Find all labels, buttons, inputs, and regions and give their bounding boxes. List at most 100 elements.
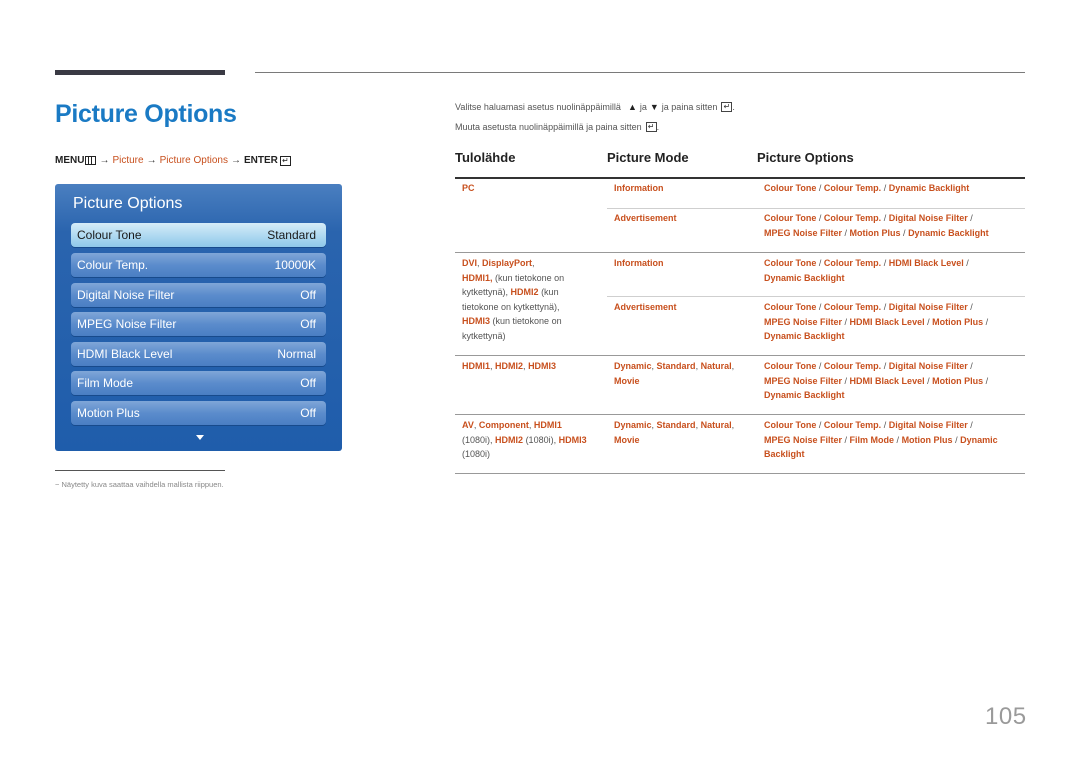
- table-cell-mode: Advertisement: [614, 211, 677, 226]
- breadcrumb-picture-options[interactable]: Picture Options: [160, 155, 228, 166]
- option-colour-tone: Colour Tone: [764, 302, 817, 312]
- source-hdmi2: HDMI2: [495, 434, 524, 445]
- instruction-text: .: [656, 122, 660, 132]
- footnote-rule: [55, 470, 225, 471]
- option-digital-noise-filter: Digital Noise Filter: [888, 361, 968, 371]
- source-hdmi2: HDMI2: [495, 361, 524, 371]
- table-cell-options: Colour Tone / Colour Temp. / Digital Noi…: [764, 418, 1026, 462]
- down-arrow-icon: ▼: [649, 102, 659, 112]
- table-cell-source: HDMI1, HDMI2, HDMI3: [462, 359, 556, 374]
- mode-dynamic: Dynamic: [614, 361, 652, 371]
- source-note: kytkettynä),: [462, 287, 509, 298]
- source-note: (kun tietokone on: [492, 316, 562, 327]
- instruction-text: .: [732, 102, 735, 112]
- separator: /: [816, 213, 824, 223]
- option-colour-temp: Colour Temp.: [823, 183, 882, 193]
- table-cell-mode: Advertisement: [614, 300, 677, 315]
- option-colour-tone: Colour Tone: [764, 213, 817, 223]
- osd-item-label: Colour Tone: [77, 228, 142, 242]
- arrow-icon: →: [146, 155, 157, 166]
- separator: /: [842, 434, 850, 445]
- mode-advertisement: Advertisement: [614, 213, 677, 223]
- separator: /: [924, 375, 933, 386]
- row-divider: [607, 296, 1025, 297]
- osd-item-colour-temp[interactable]: Colour Temp. 10000K: [71, 253, 326, 277]
- separator: /: [816, 302, 824, 312]
- source-note: (kun tietokone on: [495, 272, 565, 283]
- osd-item-colour-tone[interactable]: Colour Tone Standard: [71, 223, 326, 247]
- osd-item-value: 10000K: [274, 258, 316, 272]
- mode-standard: Standard: [656, 361, 696, 371]
- option-colour-temp: Colour Temp.: [823, 302, 882, 312]
- option-hdmi-black-level: HDMI Black Level: [888, 258, 964, 268]
- mode-movie: Movie: [614, 434, 640, 445]
- up-arrow-icon: ▲: [627, 102, 637, 112]
- row-divider: [607, 208, 1025, 209]
- enter-key-icon: ↵: [279, 155, 291, 166]
- page-title: Picture Options: [55, 100, 237, 128]
- source-note: (kun: [541, 287, 559, 298]
- mode-dynamic: Dynamic: [614, 420, 652, 430]
- source-displayport: DisplayPort: [482, 258, 533, 268]
- option-colour-temp: Colour Temp.: [823, 213, 882, 223]
- separator: /: [842, 316, 850, 327]
- osd-item-hdmi-black-level[interactable]: HDMI Black Level Normal: [71, 342, 326, 366]
- osd-item-value: Off: [300, 376, 316, 390]
- table-cell-source: PC: [462, 181, 475, 196]
- option-colour-temp: Colour Temp.: [823, 258, 882, 268]
- osd-item-digital-noise-filter[interactable]: Digital Noise Filter Off: [71, 283, 326, 307]
- source-hdmi3: HDMI3: [558, 434, 587, 445]
- enter-label: ENTER: [243, 155, 278, 166]
- instruction-line-1: Valitse haluamasi asetus nuolinäppäimill…: [455, 102, 735, 112]
- option-mpeg-noise-filter: MPEG Noise Filter: [764, 375, 843, 386]
- option-digital-noise-filter: Digital Noise Filter: [888, 420, 968, 430]
- osd-item-label: Film Mode: [77, 376, 134, 390]
- osd-item-label: HDMI Black Level: [77, 347, 173, 361]
- source-hdmi1: HDMI1: [462, 272, 491, 283]
- table-cell-mode: Dynamic, Standard, Natural, Movie: [614, 361, 735, 386]
- osd-item-label: MPEG Noise Filter: [77, 317, 177, 331]
- option-colour-temp: Colour Temp.: [823, 420, 882, 430]
- source-note: (1080i): [525, 434, 554, 445]
- table-cell-source: AV, Component, HDMI1 (1080i), HDMI2 (108…: [462, 420, 587, 460]
- option-dynamic-backlight: Dynamic Backlight: [764, 390, 845, 401]
- separator: /: [963, 258, 969, 268]
- osd-item-film-mode[interactable]: Film Mode Off: [71, 371, 326, 395]
- separator: /: [983, 375, 989, 386]
- menu-path-breadcrumb: MENU → Picture → Picture Options → ENTER…: [55, 155, 291, 166]
- breadcrumb-picture[interactable]: Picture: [112, 155, 143, 166]
- mode-advertisement: Advertisement: [614, 302, 677, 312]
- row-divider: [455, 414, 1025, 415]
- mode-natural: Natural: [700, 420, 732, 430]
- separator: /: [881, 361, 889, 371]
- table-cell-options: Colour Tone / Colour Temp. / Digital Noi…: [764, 211, 1026, 240]
- option-dynamic-backlight: Dynamic Backlight: [908, 227, 989, 238]
- mode-natural: Natural: [700, 361, 732, 371]
- osd-item-mpeg-noise-filter[interactable]: MPEG Noise Filter Off: [71, 312, 326, 336]
- separator: /: [881, 213, 889, 223]
- osd-item-value: Off: [300, 288, 316, 302]
- separator: /: [816, 420, 824, 430]
- page-number: 105: [985, 703, 1027, 730]
- footnote-dash: −: [55, 480, 60, 489]
- source-hdmi1: HDMI1: [462, 361, 491, 371]
- osd-item-motion-plus[interactable]: Motion Plus Off: [71, 401, 326, 425]
- separator: /: [924, 316, 933, 327]
- option-mpeg-noise-filter: MPEG Noise Filter: [764, 227, 843, 238]
- option-colour-temp: Colour Temp.: [823, 361, 882, 371]
- option-dynamic-backlight: Dynamic Backlight: [888, 183, 970, 193]
- osd-title: Picture Options: [73, 195, 183, 212]
- option-motion-plus: Motion Plus: [901, 434, 953, 445]
- instruction-line-2: Muuta asetusta nuolinäppäimillä ja paina…: [455, 122, 659, 132]
- scroll-down-arrow-icon[interactable]: [196, 435, 204, 440]
- source-note: (1080i): [462, 434, 491, 445]
- separator: /: [881, 420, 889, 430]
- source-hdmi2: HDMI2: [510, 287, 539, 298]
- mode-movie: Movie: [614, 375, 640, 386]
- table-header-rule: [455, 177, 1025, 179]
- row-divider: [455, 252, 1025, 253]
- source-hdmi1: HDMI1: [533, 420, 562, 430]
- option-colour-tone: Colour Tone: [764, 361, 817, 371]
- table-cell-mode: Dynamic, Standard, Natural, Movie: [614, 420, 735, 445]
- arrow-icon: →: [99, 155, 110, 166]
